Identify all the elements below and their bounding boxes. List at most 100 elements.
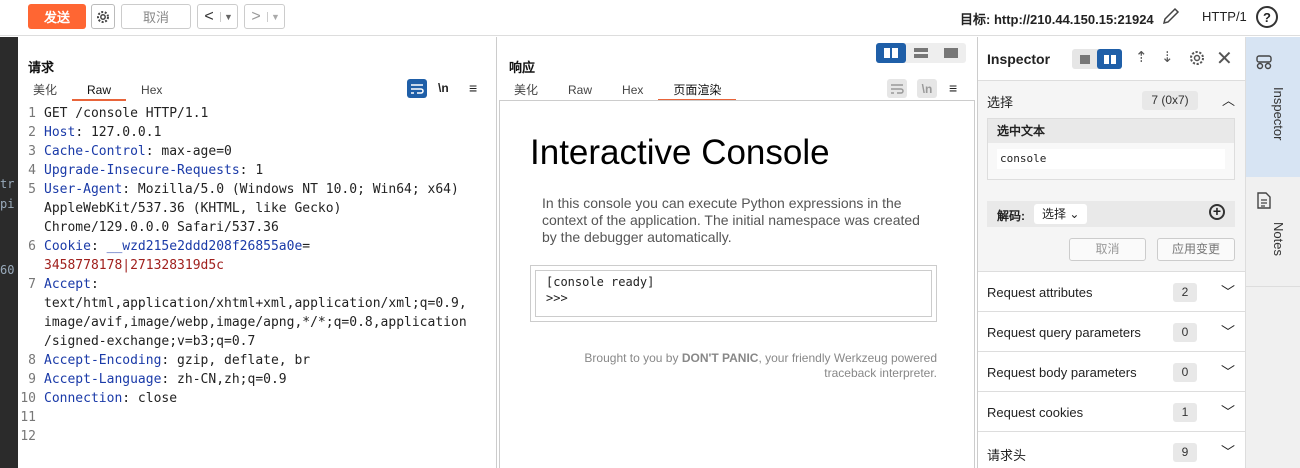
request-line: /signed-exchange;v=b3;q=0.7	[18, 332, 488, 351]
inspector-row[interactable]: Request attributes 2 ﹀	[978, 271, 1245, 311]
response-title: 响应	[509, 60, 536, 75]
request-editor[interactable]: 1 GET /console HTTP/1.1 2 Host: 127.0.0.1 3 C…	[18, 104, 488, 446]
header-name: Accept	[44, 277, 91, 292]
selected-text-value[interactable]: console	[997, 149, 1225, 169]
expand-all-icon[interactable]: ⇡	[1135, 48, 1148, 66]
header-value: GET /console HTTP/1.1	[44, 106, 209, 121]
header-name: Accept-Language	[44, 372, 162, 387]
inspector-row-count: 2	[1173, 283, 1197, 302]
header-value: /signed-exchange;v=b3;q=0.7	[44, 334, 256, 349]
layout-list-icon[interactable]	[1072, 49, 1097, 69]
header-name: Connection	[44, 391, 123, 406]
edit-pencil-icon[interactable]	[1160, 5, 1182, 27]
inspector-row[interactable]: Request cookies 1 ﹀	[978, 391, 1245, 431]
cancel-button[interactable]: 取消	[1069, 238, 1146, 261]
chevron-up-icon[interactable]: ︿	[1222, 90, 1235, 109]
header-name: Host	[44, 125, 76, 140]
sidebar-notes-label: Notes	[1271, 222, 1286, 256]
menu-icon[interactable]: ≡	[949, 80, 957, 96]
settings-button[interactable]	[91, 4, 115, 29]
console-output[interactable]: [console ready] >>>	[535, 270, 932, 317]
request-line: 9 Accept-Language: zh-CN,zh;q=0.9	[18, 370, 488, 389]
chevron-down-icon: ⌄	[1069, 207, 1080, 221]
response-tabs: 美化 Raw Hex 页面渲染	[499, 79, 737, 101]
http-version[interactable]: HTTP/1	[1202, 9, 1247, 24]
layout-split-icon[interactable]	[1097, 49, 1122, 69]
inspector-row[interactable]: Request body parameters 0 ﹀	[978, 351, 1245, 391]
selection-label: 选择	[987, 95, 1014, 110]
tab-request-2[interactable]: Hex	[126, 79, 177, 101]
footer-text: , your friendly Werkzeug powered traceba…	[758, 351, 937, 380]
inspector-layout-toggle	[1072, 49, 1122, 69]
selection-section: 选择 7 (0x7) ︿ 选中文本 console 解码: 选择 ⌄ + 取消 …	[978, 81, 1245, 289]
wrap-lines-icon[interactable]	[887, 79, 907, 98]
inspector-header: Inspector ⇡ ⇣ ✕	[978, 37, 1245, 81]
newline-toggle[interactable]: \n	[917, 79, 937, 98]
request-line: 5 User-Agent: Mozilla/5.0 (Windows NT 10.…	[18, 180, 488, 199]
inspector-row[interactable]: 请求头 9 ﹀	[978, 431, 1245, 468]
split-horizontal-icon[interactable]	[876, 43, 906, 63]
close-icon[interactable]: ✕	[1216, 46, 1233, 71]
console-box: [console ready] >>>	[530, 265, 937, 322]
page-heading: Interactive Console	[530, 133, 830, 172]
sidebar-tab-notes[interactable]: Notes	[1246, 177, 1300, 287]
header-value: Chrome/129.0.0.0 Safari/537.36	[44, 220, 279, 235]
line-number: 4	[28, 163, 36, 178]
chevron-down-icon: ﹀	[1221, 284, 1235, 300]
newline-toggle[interactable]: \n	[438, 81, 449, 95]
tab-request-1[interactable]: Raw	[72, 79, 127, 101]
background-editor-strip: tr pi 60	[0, 37, 18, 468]
line-number: 6	[28, 239, 36, 254]
inspector-row[interactable]: Request query parameters 0 ﹀	[978, 311, 1245, 351]
chevron-down-icon: ﹀	[1221, 324, 1235, 340]
inspector-sections: Request attributes 2 ﹀ Request query parame…	[978, 271, 1245, 468]
console-line: [console ready]	[546, 275, 655, 289]
console-prompt: >>>	[546, 291, 568, 305]
request-line: 4 Upgrade-Insecure-Requests: 1	[18, 161, 488, 180]
target-url: 目标: http://210.44.150.15:21924	[960, 12, 1154, 27]
tab-request-0[interactable]: 美化	[18, 79, 72, 101]
split-vertical-icon[interactable]	[906, 43, 936, 63]
selection-count: 7 (0x7)	[1142, 91, 1198, 110]
cookie-value: 3458778178|271328319d5c	[44, 258, 225, 273]
wrap-lines-icon[interactable]	[407, 79, 427, 98]
apply-changes-button[interactable]: 应用变更	[1157, 238, 1235, 261]
footer-text: Brought to you by	[584, 351, 682, 365]
gear-icon[interactable]	[1188, 49, 1206, 67]
chevron-right-icon: >	[251, 7, 261, 25]
header-name: Accept-Encoding	[44, 353, 162, 368]
chevron-down-icon[interactable]: ▼	[220, 11, 236, 22]
header-value: =	[302, 239, 311, 254]
request-tabs: 美化 Raw Hex	[18, 79, 177, 101]
request-line: 1 GET /console HTTP/1.1	[18, 104, 488, 123]
help-icon[interactable]: ?	[1256, 6, 1278, 28]
menu-icon[interactable]: ≡	[469, 80, 477, 96]
inspector-panel: Inspector ⇡ ⇣ ✕ 选择 7 (0x7) ︿ 选中文本 consol…	[978, 37, 1245, 468]
request-line: Chrome/129.0.0.0 Safari/537.36	[18, 218, 488, 237]
line-number: 3	[28, 144, 36, 159]
add-icon[interactable]: +	[1209, 204, 1225, 220]
sidebar-tab-inspector[interactable]: Inspector	[1246, 37, 1300, 177]
collapse-all-icon[interactable]: ⇣	[1161, 48, 1174, 66]
chevron-down-icon[interactable]: ▼	[267, 11, 283, 22]
tab-response-2[interactable]: Hex	[607, 79, 658, 101]
inspector-row-count: 9	[1173, 443, 1197, 462]
single-view-icon[interactable]	[936, 43, 966, 63]
inspector-row-label: Request body parameters	[987, 365, 1137, 380]
right-sidebar: Inspector Notes	[1245, 37, 1300, 468]
send-button[interactable]: 发送	[28, 4, 86, 29]
forward-button[interactable]: > ▼	[244, 4, 285, 29]
cancel-button[interactable]: 取消	[121, 4, 191, 29]
tab-response-3[interactable]: 页面渲染	[658, 79, 737, 101]
back-button[interactable]: < ▼	[197, 4, 238, 29]
tab-response-0[interactable]: 美化	[499, 79, 553, 101]
line-number: 1	[28, 106, 36, 121]
line-number: 12	[20, 429, 36, 444]
chevron-down-icon: ﹀	[1221, 444, 1235, 460]
decode-select[interactable]: 选择 ⌄	[1034, 204, 1088, 224]
request-title: 请求	[28, 60, 55, 75]
tab-response-1[interactable]: Raw	[553, 79, 607, 101]
inspector-row-count: 0	[1173, 323, 1197, 342]
header-value: : close	[122, 391, 178, 406]
rendered-page: Interactive Console In this console you …	[499, 100, 975, 468]
